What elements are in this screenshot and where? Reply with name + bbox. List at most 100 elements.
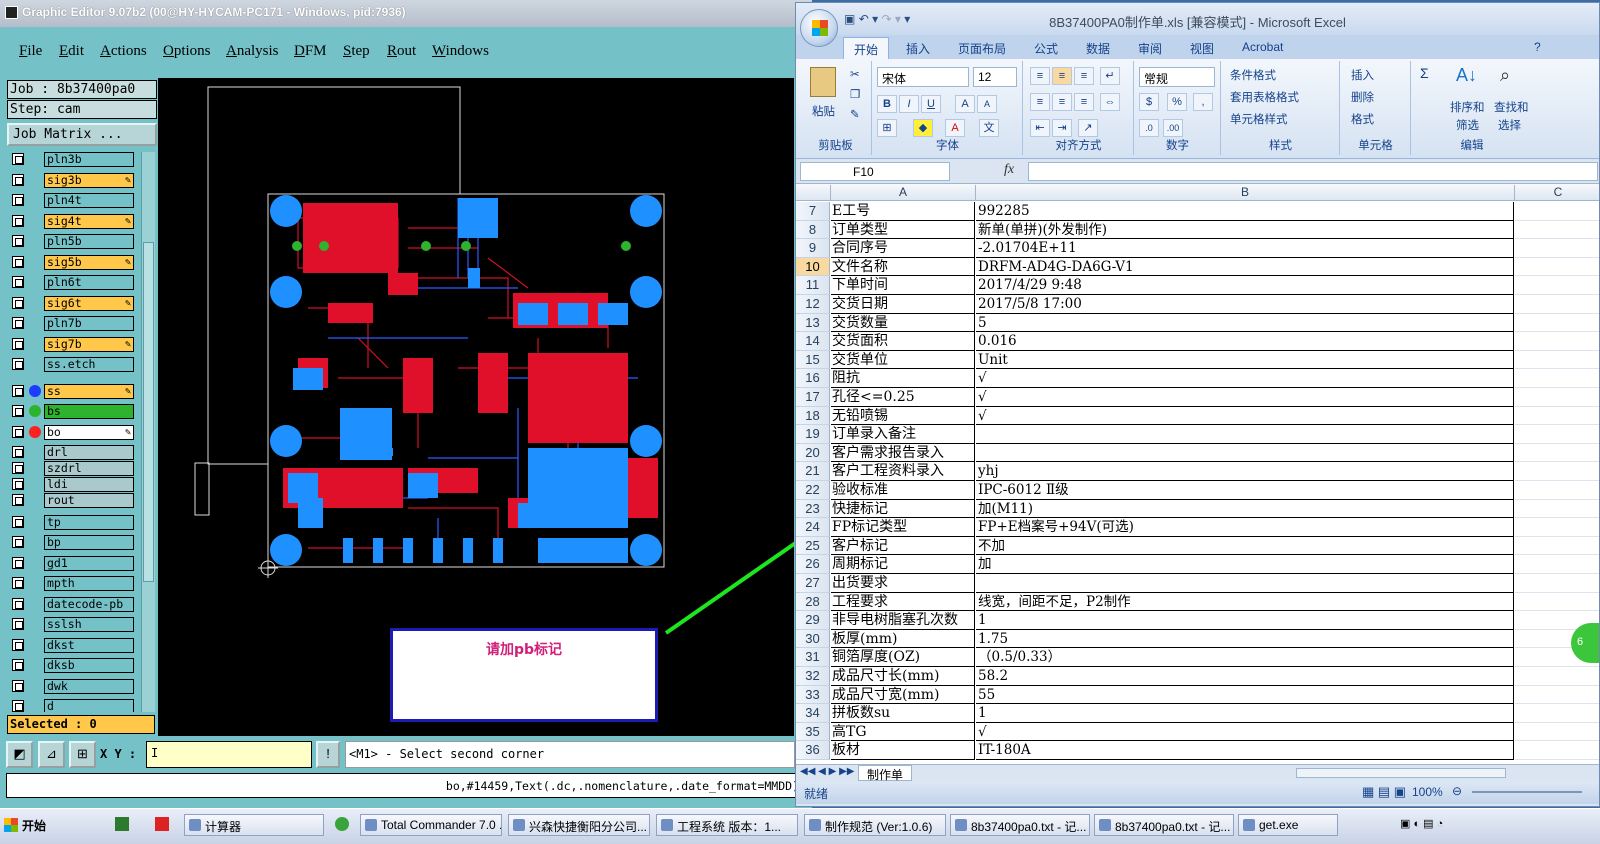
grid-button[interactable]: ⊞ [69,741,96,768]
tab-view[interactable]: 视图 [1190,40,1214,57]
layer-color-icon[interactable] [29,461,41,474]
qat-dropdown-icon[interactable]: ▾ [904,12,910,26]
layer-checkbox[interactable] [12,255,24,268]
cell-b[interactable]: √ [976,388,1514,407]
name-box[interactable]: F10 [800,162,950,181]
layer-name[interactable]: dkst [44,637,134,653]
layer-row[interactable]: ss.etch [9,357,135,372]
layer-checkbox[interactable] [12,194,24,206]
worksheet-grid[interactable]: A B C 7 E工号 992285 8 订单类型 新单(单拼)(外发制作) 9 合同序号 -2… [796,184,1599,764]
column-header-b[interactable]: B [976,185,1515,201]
percent-icon[interactable]: % [1167,93,1187,111]
column-header-a[interactable]: A [831,185,976,201]
layer-name[interactable]: ss ✎ [44,383,134,399]
cell-c[interactable] [1515,667,1599,686]
layer-color-icon[interactable] [29,425,41,438]
cell-c[interactable] [1515,444,1599,463]
menu-step[interactable]: Step [343,43,370,60]
layer-name[interactable]: ss.etch [44,357,134,372]
currency-icon[interactable]: $ [1139,93,1159,111]
layer-color-icon[interactable] [29,255,41,268]
layer-name[interactable]: ldi [44,476,134,492]
task-spec[interactable]: 制作规范 (Ver:1.0.6) [804,814,946,836]
layer-color-icon[interactable] [29,597,41,610]
cell-a[interactable]: 无铅喷锡 [831,406,975,426]
cell-a[interactable]: 文件名称 [831,257,975,277]
layer-checkbox[interactable] [12,296,24,309]
cell-c[interactable] [1515,537,1599,556]
layer-row[interactable]: gd1 [9,555,135,571]
layer-row[interactable]: sig7b ✎ [9,336,135,352]
row-header[interactable]: 36 [796,741,830,760]
comma-icon[interactable]: , [1193,93,1213,111]
cell-b[interactable]: 992285 [976,202,1514,221]
paste-button[interactable]: 粘贴 [812,103,835,119]
merge-icon[interactable]: ⇔ [1100,93,1120,111]
layer-color-icon[interactable] [29,638,41,651]
layer-color-icon[interactable] [29,405,41,417]
ie-icon[interactable] [335,817,349,831]
cell-b[interactable]: 加 [976,555,1514,574]
cell-a[interactable]: 合同序号 [831,239,975,258]
row-header[interactable]: 25 [796,536,830,556]
align-right-icon[interactable]: ≡ [1074,93,1094,111]
layer-color-icon[interactable] [29,477,41,490]
menu-rout[interactable]: Rout [387,43,416,60]
layer-name[interactable]: datecode-pb [44,596,134,612]
layer-checkbox[interactable] [12,317,24,329]
row-header[interactable]: 11 [796,276,830,295]
align-left-icon[interactable]: ≡ [1030,93,1050,111]
layer-color-icon[interactable] [29,173,41,186]
cell-c[interactable] [1515,258,1599,277]
layer-name[interactable]: bo ✎ [44,424,134,440]
cell-c[interactable] [1515,351,1599,370]
row-header[interactable]: 33 [796,685,830,705]
layer-name[interactable]: gd1 [44,555,134,571]
cell-a[interactable]: 阻抗 [831,369,975,388]
cell-b[interactable]: 不加 [976,536,1514,556]
grow-font-icon[interactable]: A [955,95,975,113]
cell-c[interactable] [1515,407,1599,426]
cell-c[interactable] [1515,723,1599,742]
start-button[interactable]: 开始 [0,814,56,836]
layer-row[interactable]: sig3b ✎ [9,172,135,188]
cell-a[interactable]: 成品尺寸长(mm) [831,667,975,686]
layer-row[interactable]: dwk [9,678,135,694]
select-all-corner[interactable] [796,185,831,201]
cell-c[interactable] [1515,202,1599,221]
layer-checkbox[interactable] [12,556,24,569]
layer-checkbox[interactable] [12,461,24,474]
cell-b[interactable] [976,574,1514,593]
decrease-decimal-icon[interactable]: .00 [1163,119,1183,137]
sort-filter-icon[interactable]: A↓ [1456,65,1477,86]
layer-row[interactable]: pln4t [9,193,135,208]
layer-checkbox[interactable] [12,358,24,370]
fill-color-icon[interactable]: ◆ [913,119,933,137]
menu-actions[interactable]: Actions [100,43,147,60]
layer-checkbox[interactable] [12,445,24,458]
phonetic-icon[interactable]: 文 [979,119,999,137]
menu-file[interactable]: File [19,43,42,60]
cell-c[interactable] [1515,221,1599,240]
sheet-tab-production[interactable]: 制作单 [858,765,913,782]
row-header[interactable]: 21 [796,462,830,481]
cell-b[interactable]: 1 [976,611,1514,630]
layer-row[interactable]: rout [9,492,135,508]
layer-checkbox[interactable] [12,577,24,589]
layer-row[interactable]: bo ✎ [9,424,135,440]
increase-decimal-icon[interactable]: .0 [1139,119,1159,137]
layer-color-icon[interactable] [29,317,41,329]
tab-page-layout[interactable]: 页面布局 [958,40,1006,57]
find-select-icon[interactable]: ⌕ [1500,65,1510,86]
row-header[interactable]: 10 [796,257,830,277]
editor-title-bar[interactable]: Graphic Editor 9.07b2 (00@HY-HYCAM-PC171… [0,0,812,27]
layer-checkbox[interactable] [12,214,24,227]
cell-a[interactable]: 客户标记 [831,536,975,556]
layer-checkbox[interactable] [12,173,24,186]
cell-b[interactable]: 新单(单拼)(外发制作) [976,220,1514,240]
layer-name[interactable]: tp [44,514,134,530]
cell-b[interactable]: yhj [976,462,1514,481]
cell-styles-button[interactable]: 单元格样式 [1230,111,1288,127]
format-as-table-button[interactable]: 套用表格格式 [1230,89,1299,105]
layer-color-icon[interactable] [29,700,41,712]
